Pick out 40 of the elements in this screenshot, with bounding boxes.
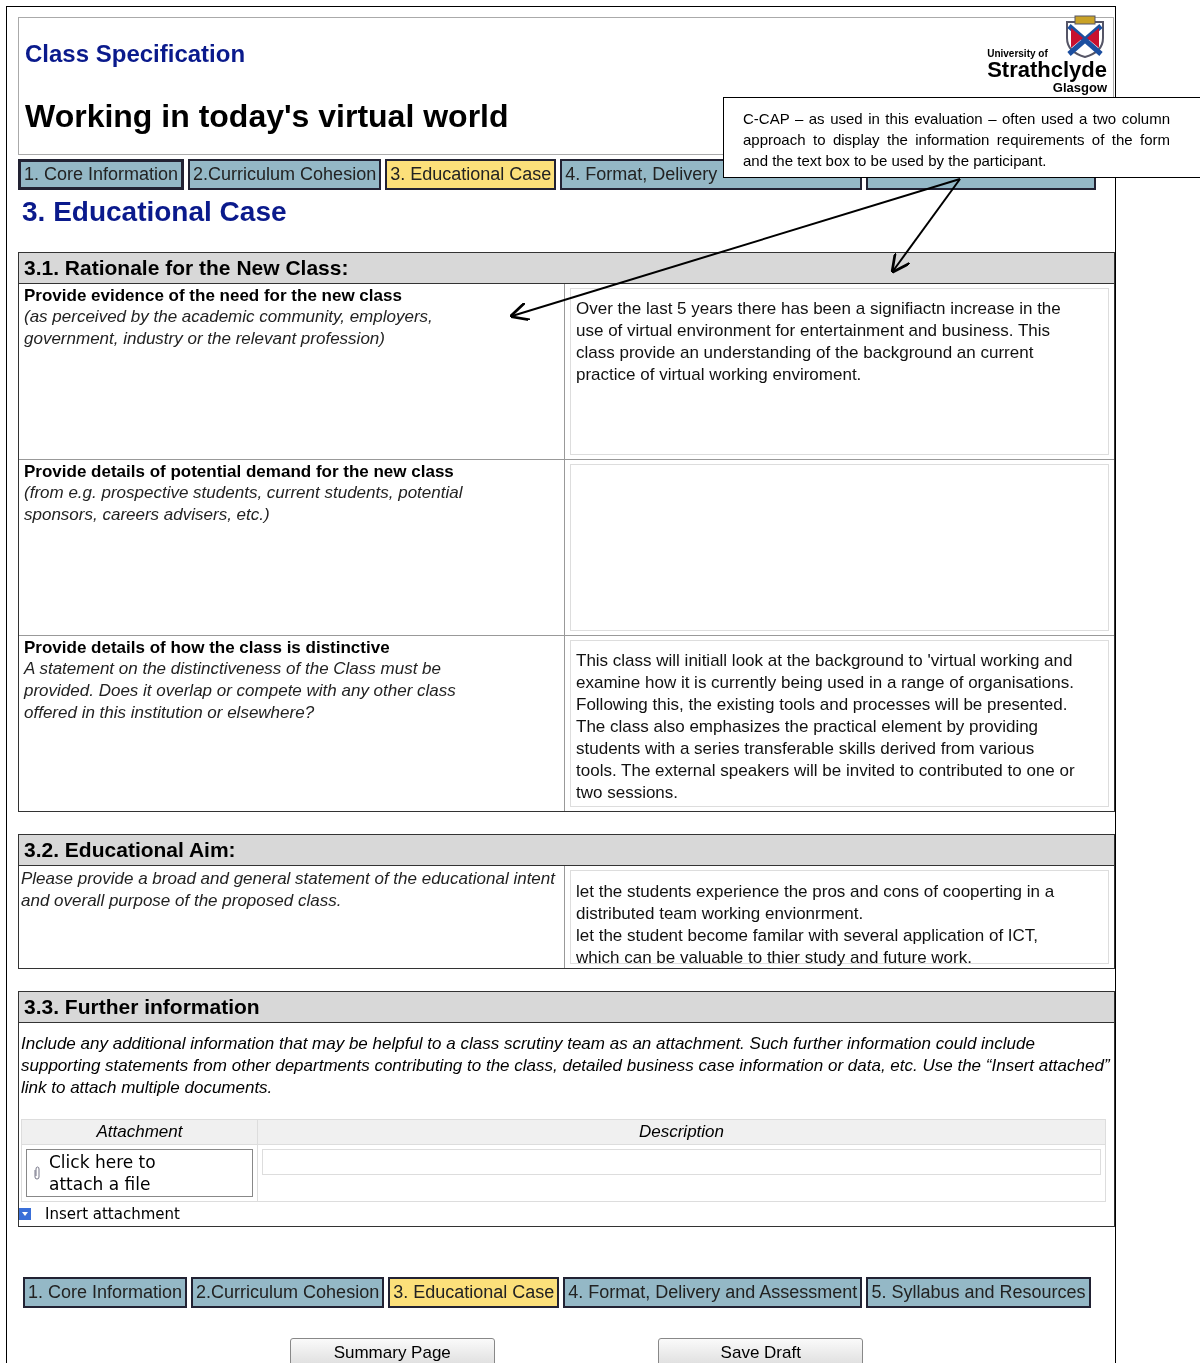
answer-box[interactable]: let the students experience the pros and cons of cooperting in a distributed team working envionrment. let the student become familar with several application of ICT, which can be valuable to thier study and future work.: [570, 870, 1109, 964]
prompt-hint: Please provide a broad and general statement of the educational intent and overall purpose of the proposed class.: [21, 868, 557, 912]
logo-name: Strathclyde: [987, 59, 1107, 81]
prompt-hint: A statement on the distinctiveness of the Class must be provided. Does it overlap or compete with any other class offered in this institution or elsewhere?: [24, 658, 457, 724]
prompt-hint: (as perceived by the academic community, employers, government, industry or the relevant profession): [24, 306, 434, 350]
logo-text: University of: [987, 48, 1048, 59]
section-tab[interactable]: 3. Educational Case: [388, 1277, 560, 1308]
paperclip-icon: [33, 1166, 41, 1180]
insert-attachment-link[interactable]: Insert attachment: [45, 1205, 180, 1223]
annotation-tooltip: C-CAP – as used in this evaluation – often used a two column approach to display the information requirements of the form and the text box to be used by the participant.: [723, 97, 1200, 178]
section-tab[interactable]: 1. Core Information: [23, 1277, 188, 1308]
answer-box[interactable]: This class will initiall look at the background to 'virtual working and examine how it is currently being used in a range of organisations. Following this, the existing tools and processes will be presented. The class also emphasizes the practical element by providing students with a series transferable skills derived from various tools. The external speakers will be invited to contributed to one or two sessions.: [570, 640, 1109, 807]
prompt-hint: (from e.g. prospective students, current students, potential sponsors, careers advisers, etc.): [24, 482, 464, 526]
page-heading: 3. Educational Case: [22, 196, 288, 228]
section-tab[interactable]: 1. Core Information: [18, 159, 185, 190]
section-tab[interactable]: 5. Syllabus and Resources: [866, 1277, 1091, 1308]
section-tab[interactable]: 2.Curriculum Cohesion: [188, 159, 382, 190]
crest-icon: [1063, 14, 1107, 58]
dropdown-icon[interactable]: [19, 1208, 31, 1220]
prompt-label: Provide details of how the class is distinctive: [24, 638, 391, 658]
logo-city: Glasgow: [1052, 81, 1107, 95]
section-header: 3.1. Rationale for the New Class:: [19, 253, 1114, 284]
form-button[interactable]: Save Draft: [658, 1338, 864, 1363]
form-button[interactable]: Summary Page: [289, 1338, 495, 1363]
section-tab[interactable]: 2.Curriculum Cohesion: [191, 1277, 385, 1308]
column-header: Description: [258, 1120, 1105, 1145]
description-field[interactable]: [262, 1149, 1101, 1175]
section-tab[interactable]: 3. Educational Case: [385, 159, 557, 190]
attach-file-button[interactable]: Click here to attach a file: [26, 1149, 253, 1197]
answer-box[interactable]: [570, 464, 1109, 631]
column-header: Attachment: [22, 1120, 258, 1145]
class-title: Working in today's virtual world: [25, 98, 509, 135]
prompt-label: Provide details of potential demand for the new class: [24, 462, 455, 482]
section-header: 3.2. Educational Aim:: [19, 835, 1114, 866]
prompt-label: Provide evidence of the need for the new class: [24, 286, 403, 306]
section-tab[interactable]: 4. Format, Delivery and Assessment: [563, 1277, 863, 1308]
instructions-text: Include any additional information that may be helpful to a class scrutiny team as an attachment. Such further information could include supporting statements from other departments contributing to the class, detailed business case information or data, etc. Use the “Insert attached” link to attach multiple documents.: [20, 1033, 1112, 1099]
form-subtitle: Class Specification: [25, 40, 247, 68]
section-header: 3.3. Further information: [19, 992, 1114, 1023]
answer-box[interactable]: Over the last 5 years there has been a signifiactn increase in the use of virtual environment for entertainment and business. This class provide an understanding of the background an current practice of virtual working enviroment.: [570, 288, 1109, 455]
